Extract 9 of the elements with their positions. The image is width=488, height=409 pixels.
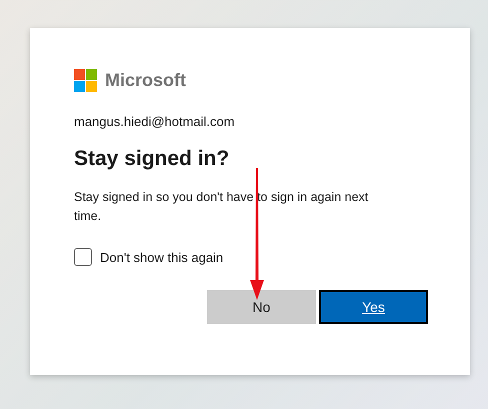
logo-icon [74,69,97,92]
yes-button[interactable]: Yes [319,290,428,324]
account-email: mangus.hiedi@hotmail.com [74,114,236,129]
checkbox-label: Don't show this again [100,250,224,264]
dialog-title: Stay signed in? [74,147,230,171]
dialog-description: Stay signed in so you don't have to sign in again next time. [74,189,370,225]
checkbox[interactable] [74,248,92,266]
no-button[interactable]: No [207,290,316,324]
logo-text: Microsoft [105,70,186,91]
